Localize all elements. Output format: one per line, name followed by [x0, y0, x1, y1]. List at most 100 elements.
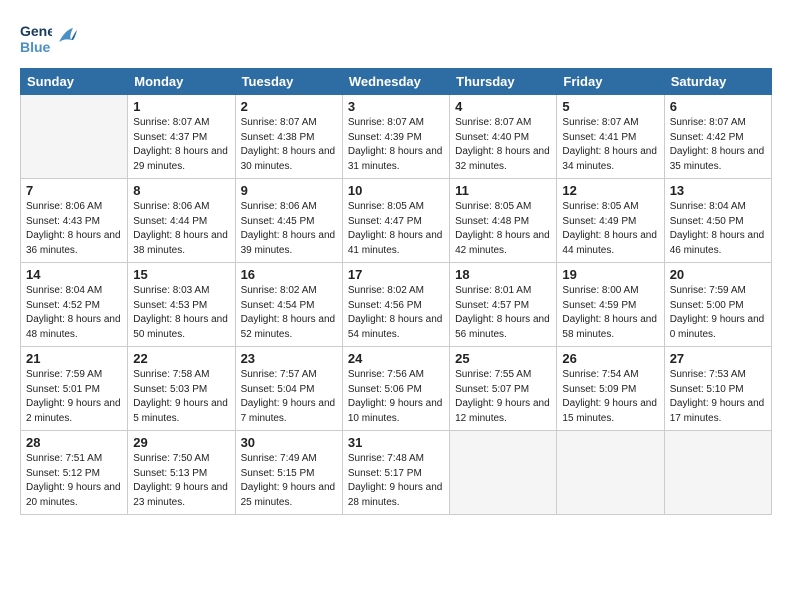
svg-text:Blue: Blue: [20, 39, 51, 55]
day-info: Sunrise: 8:04 AMSunset: 4:50 PMDaylight:…: [670, 200, 766, 258]
day-number: 12: [562, 183, 658, 198]
day-info: Sunrise: 8:05 AMSunset: 4:48 PMDaylight:…: [455, 200, 551, 258]
day-number: 4: [455, 99, 551, 114]
weekday-wednesday: Wednesday: [342, 69, 449, 95]
day-info: Sunrise: 7:50 AMSunset: 5:13 PMDaylight:…: [133, 452, 229, 510]
logo-svg: General Blue: [20, 18, 52, 56]
calendar-cell: 25 Sunrise: 7:55 AMSunset: 5:07 PMDayligh…: [450, 347, 557, 431]
day-number: 9: [241, 183, 337, 198]
day-number: 21: [26, 351, 122, 366]
page: General Blue SundayMondayTuesdayWednesda…: [0, 0, 792, 612]
logo: General Blue: [20, 18, 77, 56]
day-number: 26: [562, 351, 658, 366]
day-number: 18: [455, 267, 551, 282]
calendar-cell: 7 Sunrise: 8:06 AMSunset: 4:43 PMDaylight…: [21, 179, 128, 263]
day-info: Sunrise: 7:51 AMSunset: 5:12 PMDaylight:…: [26, 452, 122, 510]
day-info: Sunrise: 8:07 AMSunset: 4:42 PMDaylight:…: [670, 116, 766, 174]
svg-text:General: General: [20, 23, 52, 39]
day-number: 17: [348, 267, 444, 282]
day-info: Sunrise: 8:05 AMSunset: 4:49 PMDaylight:…: [562, 200, 658, 258]
weekday-header-row: SundayMondayTuesdayWednesdayThursdayFrid…: [21, 69, 772, 95]
calendar-cell: 11 Sunrise: 8:05 AMSunset: 4:48 PMDayligh…: [450, 179, 557, 263]
day-number: 25: [455, 351, 551, 366]
calendar-cell: 27Sunrise: 7:53 AMSunset: 5:10 PMDayligh…: [664, 347, 771, 431]
day-info: Sunrise: 7:59 AMSunset: 5:01 PMDaylight:…: [26, 368, 122, 426]
day-info: Sunrise: 7:59 AMSunset: 5:00 PMDaylight:…: [670, 284, 766, 342]
week-row-4: 28 Sunrise: 7:51 AMSunset: 5:12 PMDayligh…: [21, 431, 772, 515]
weekday-thursday: Thursday: [450, 69, 557, 95]
day-number: 10: [348, 183, 444, 198]
calendar-cell: [21, 95, 128, 179]
calendar-cell: 6 Sunrise: 8:07 AMSunset: 4:42 PMDaylight…: [664, 95, 771, 179]
header: General Blue: [20, 18, 772, 56]
day-info: Sunrise: 8:07 AMSunset: 4:39 PMDaylight:…: [348, 116, 444, 174]
calendar-cell: 5 Sunrise: 8:07 AMSunset: 4:41 PMDaylight…: [557, 95, 664, 179]
calendar-cell: 20 Sunrise: 7:59 AMSunset: 5:00 PMDayligh…: [664, 263, 771, 347]
day-info: Sunrise: 7:49 AMSunset: 5:15 PMDaylight:…: [241, 452, 337, 510]
week-row-1: 7 Sunrise: 8:06 AMSunset: 4:43 PMDaylight…: [21, 179, 772, 263]
day-info: Sunrise: 7:58 AMSunset: 5:03 PMDaylight:…: [133, 368, 229, 426]
calendar-cell: 21 Sunrise: 7:59 AMSunset: 5:01 PMDayligh…: [21, 347, 128, 431]
day-info: Sunrise: 8:02 AMSunset: 4:56 PMDaylight:…: [348, 284, 444, 342]
day-number: 3: [348, 99, 444, 114]
day-number: 27: [670, 351, 766, 366]
day-number: 23: [241, 351, 337, 366]
day-info: Sunrise: 8:07 AMSunset: 4:41 PMDaylight:…: [562, 116, 658, 174]
calendar-cell: 29 Sunrise: 7:50 AMSunset: 5:13 PMDayligh…: [128, 431, 235, 515]
calendar-cell: 18Sunrise: 8:01 AMSunset: 4:57 PMDayligh…: [450, 263, 557, 347]
day-number: 11: [455, 183, 551, 198]
day-number: 15: [133, 267, 229, 282]
day-number: 24: [348, 351, 444, 366]
calendar-cell: [557, 431, 664, 515]
day-number: 6: [670, 99, 766, 114]
weekday-tuesday: Tuesday: [235, 69, 342, 95]
day-number: 29: [133, 435, 229, 450]
day-info: Sunrise: 7:56 AMSunset: 5:06 PMDaylight:…: [348, 368, 444, 426]
day-number: 5: [562, 99, 658, 114]
day-info: Sunrise: 8:07 AMSunset: 4:40 PMDaylight:…: [455, 116, 551, 174]
calendar-cell: 3 Sunrise: 8:07 AMSunset: 4:39 PMDaylight…: [342, 95, 449, 179]
day-info: Sunrise: 7:48 AMSunset: 5:17 PMDaylight:…: [348, 452, 444, 510]
day-info: Sunrise: 8:02 AMSunset: 4:54 PMDaylight:…: [241, 284, 337, 342]
calendar-cell: 12 Sunrise: 8:05 AMSunset: 4:49 PMDayligh…: [557, 179, 664, 263]
day-info: Sunrise: 8:04 AMSunset: 4:52 PMDaylight:…: [26, 284, 122, 342]
calendar-cell: 10 Sunrise: 8:05 AMSunset: 4:47 PMDayligh…: [342, 179, 449, 263]
day-info: Sunrise: 7:54 AMSunset: 5:09 PMDaylight:…: [562, 368, 658, 426]
weekday-monday: Monday: [128, 69, 235, 95]
calendar-cell: 30 Sunrise: 7:49 AMSunset: 5:15 PMDayligh…: [235, 431, 342, 515]
calendar-cell: 1 Sunrise: 8:07 AMSunset: 4:37 PMDaylight…: [128, 95, 235, 179]
week-row-2: 14Sunrise: 8:04 AMSunset: 4:52 PMDayligh…: [21, 263, 772, 347]
weekday-friday: Friday: [557, 69, 664, 95]
calendar-cell: 14Sunrise: 8:04 AMSunset: 4:52 PMDayligh…: [21, 263, 128, 347]
day-number: 7: [26, 183, 122, 198]
day-info: Sunrise: 8:05 AMSunset: 4:47 PMDaylight:…: [348, 200, 444, 258]
calendar-cell: 2Sunrise: 8:07 AMSunset: 4:38 PMDaylight…: [235, 95, 342, 179]
day-number: 19: [562, 267, 658, 282]
calendar-cell: [664, 431, 771, 515]
day-info: Sunrise: 8:06 AMSunset: 4:45 PMDaylight:…: [241, 200, 337, 258]
day-number: 20: [670, 267, 766, 282]
day-info: Sunrise: 7:55 AMSunset: 5:07 PMDaylight:…: [455, 368, 551, 426]
day-number: 1: [133, 99, 229, 114]
day-info: Sunrise: 7:57 AMSunset: 5:04 PMDaylight:…: [241, 368, 337, 426]
weekday-sunday: Sunday: [21, 69, 128, 95]
weekday-saturday: Saturday: [664, 69, 771, 95]
week-row-3: 21 Sunrise: 7:59 AMSunset: 5:01 PMDayligh…: [21, 347, 772, 431]
calendar-cell: 26 Sunrise: 7:54 AMSunset: 5:09 PMDayligh…: [557, 347, 664, 431]
day-info: Sunrise: 8:07 AMSunset: 4:37 PMDaylight:…: [133, 116, 229, 174]
day-number: 31: [348, 435, 444, 450]
calendar-cell: 31 Sunrise: 7:48 AMSunset: 5:17 PMDayligh…: [342, 431, 449, 515]
calendar-cell: [450, 431, 557, 515]
day-number: 30: [241, 435, 337, 450]
day-info: Sunrise: 8:00 AMSunset: 4:59 PMDaylight:…: [562, 284, 658, 342]
calendar-cell: 16 Sunrise: 8:02 AMSunset: 4:54 PMDayligh…: [235, 263, 342, 347]
day-number: 16: [241, 267, 337, 282]
calendar-cell: 23 Sunrise: 7:57 AMSunset: 5:04 PMDayligh…: [235, 347, 342, 431]
calendar-cell: 8Sunrise: 8:06 AMSunset: 4:44 PMDaylight…: [128, 179, 235, 263]
calendar-cell: 22 Sunrise: 7:58 AMSunset: 5:03 PMDayligh…: [128, 347, 235, 431]
day-info: Sunrise: 8:06 AMSunset: 4:43 PMDaylight:…: [26, 200, 122, 258]
bird-icon: [55, 26, 77, 48]
calendar-cell: 15Sunrise: 8:03 AMSunset: 4:53 PMDayligh…: [128, 263, 235, 347]
day-number: 22: [133, 351, 229, 366]
day-number: 28: [26, 435, 122, 450]
